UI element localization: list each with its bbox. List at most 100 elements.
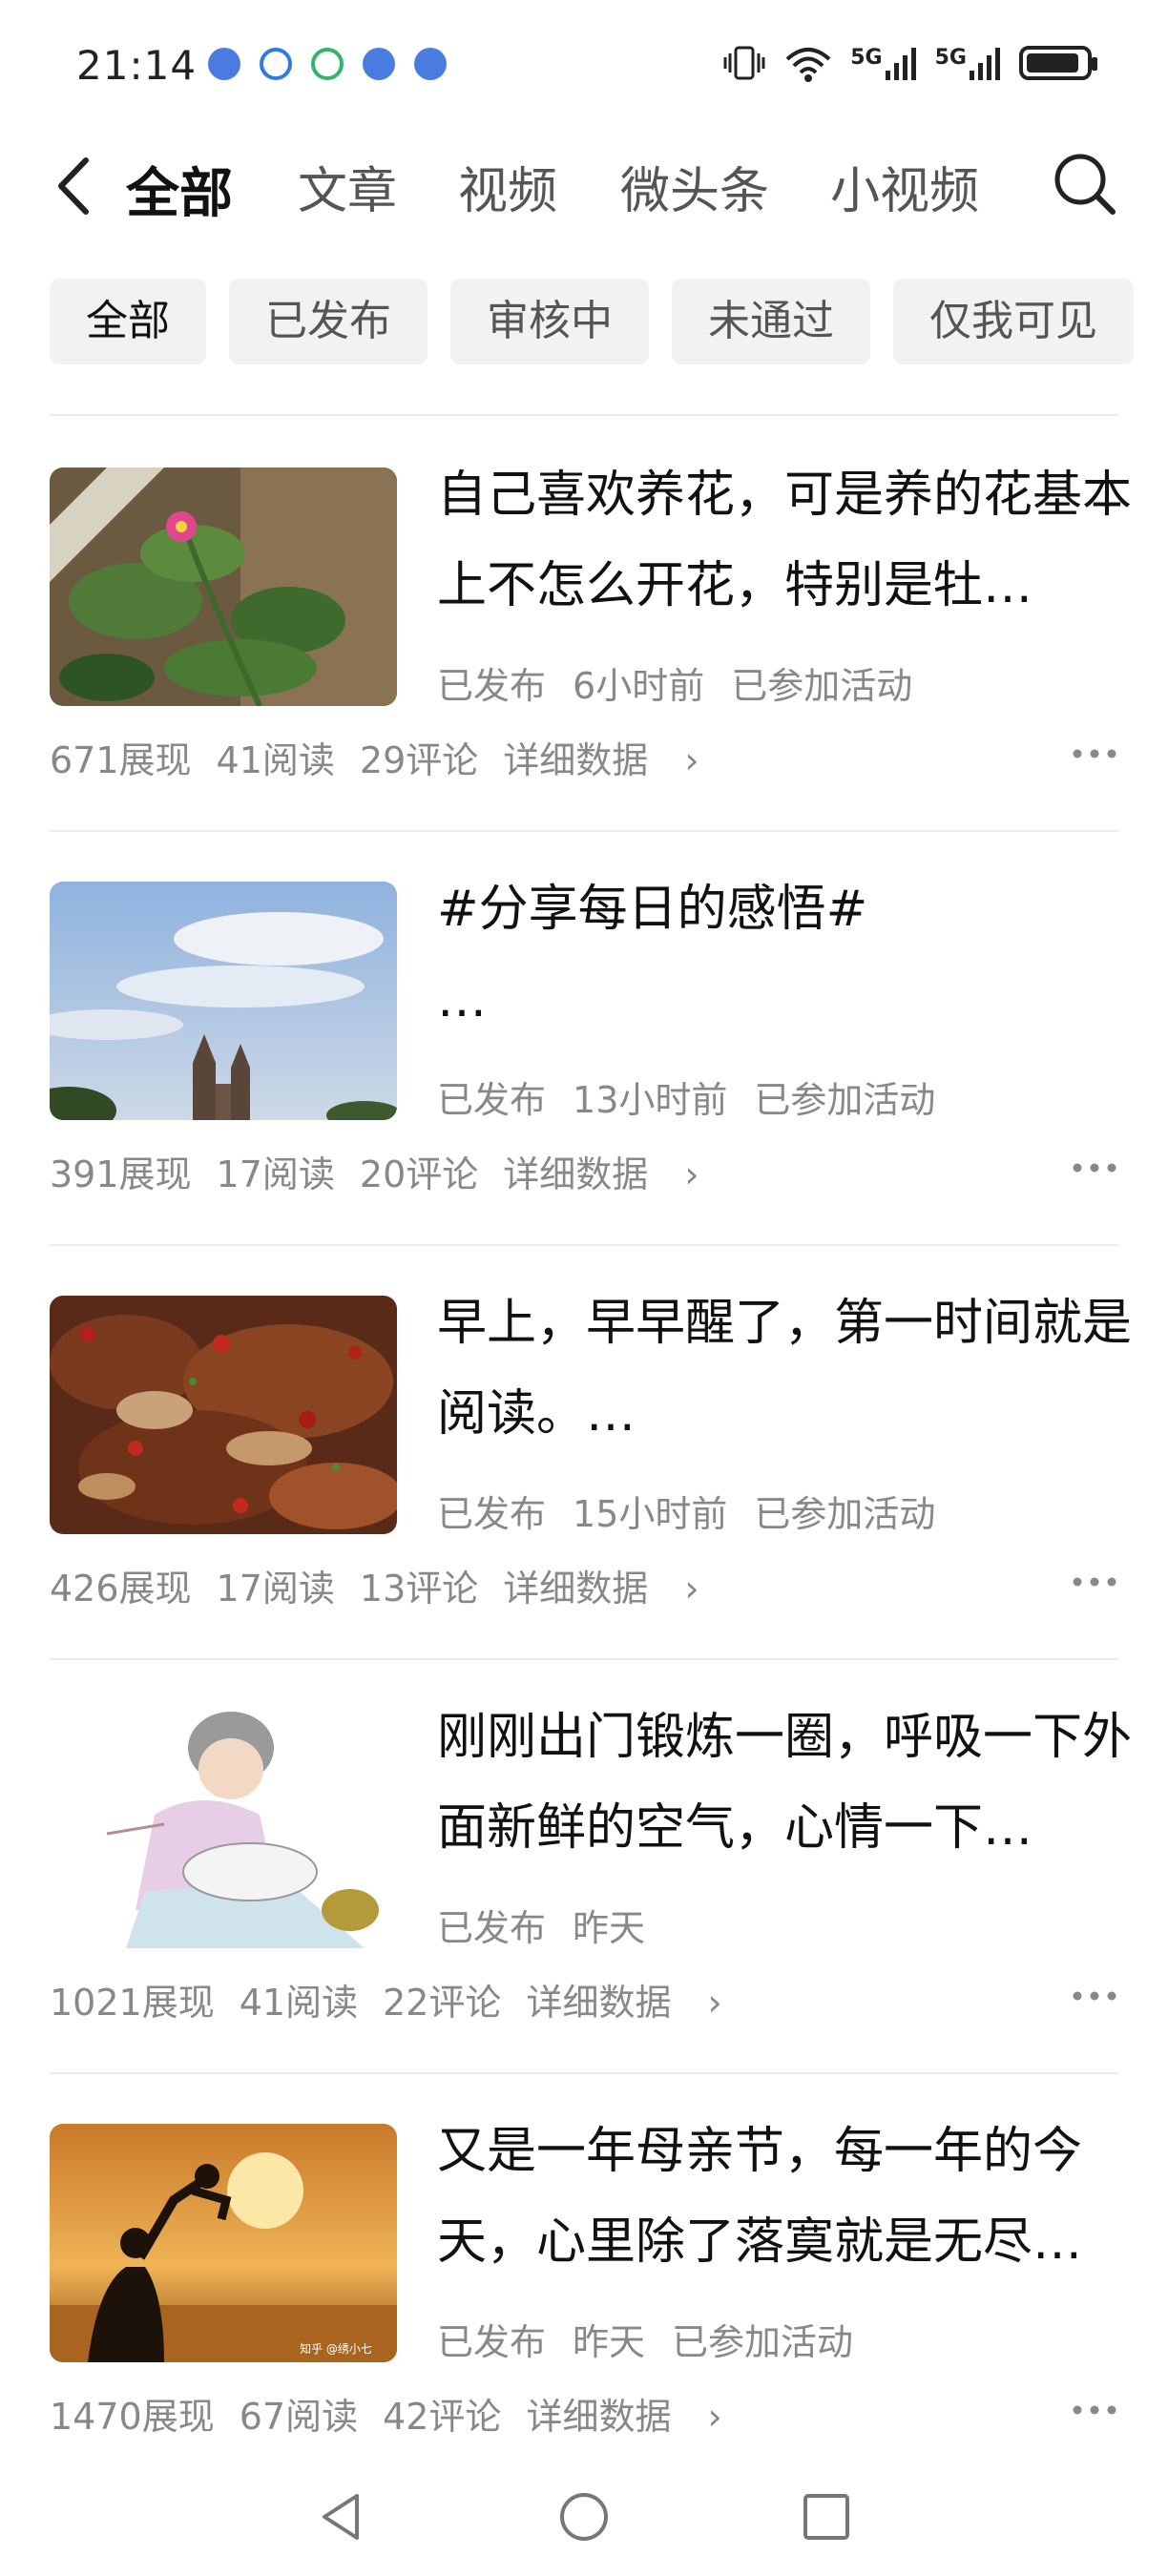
post-item[interactable]: 自己喜欢养花，可是养的花基本上不怎么开花，特别是牡… 已发布 6小时前 已参加活动 … xyxy=(50,467,1132,821)
post-item[interactable]: #分享每日的感悟# … 已发布 13小时前 已参加活动 391展现 17阅读 20评论详… xyxy=(50,881,1118,1235)
network-label: 5G xyxy=(850,46,883,70)
post-title[interactable]: 早上，早早醒了，第一时间就是阅读。… xyxy=(437,1278,1162,1460)
more-options-icon[interactable] xyxy=(1071,1977,1118,2015)
filter-only-me[interactable]: 仅我可见 xyxy=(893,279,1134,364)
details-link[interactable]: 详细数据 › xyxy=(526,1982,721,2024)
comments: 22评论 xyxy=(383,1982,502,2024)
reads: 17阅读 xyxy=(216,1153,335,1195)
post-time: 昨天 xyxy=(573,2321,646,2363)
details-link[interactable]: 详细数据 › xyxy=(503,1568,699,1610)
network-label: 5G xyxy=(934,46,967,70)
wifi-icon xyxy=(785,48,831,82)
clock: 21:14 xyxy=(76,42,198,89)
impressions: 671展现 xyxy=(50,739,192,781)
filter-under-review[interactable]: 审核中 xyxy=(450,279,649,364)
more-options-icon[interactable] xyxy=(1071,735,1118,773)
app-notification-icon xyxy=(414,48,447,80)
notification-icons xyxy=(208,48,447,80)
post-thumbnail[interactable] xyxy=(50,467,397,706)
post-title[interactable]: 又是一年母亲节，每一年的今天，心里除了落寞就是无尽… xyxy=(437,2107,1162,2288)
post-stats: 671展现 41阅读 29评论 详细数据 › xyxy=(50,731,724,783)
filter-rejected[interactable]: 未通过 xyxy=(672,279,870,364)
post-activity: 已参加活动 xyxy=(672,2321,854,2363)
divider xyxy=(50,830,1118,832)
status-bar: 21:14 5G 5G xyxy=(0,0,1168,134)
recents-square-icon[interactable] xyxy=(800,2490,853,2544)
details-link[interactable]: 详细数据 › xyxy=(503,739,699,781)
comments: 29评论 xyxy=(359,739,479,781)
more-options-icon[interactable] xyxy=(1071,1149,1118,1187)
sync-notification-icon xyxy=(311,48,344,80)
back-arrow-icon[interactable] xyxy=(48,153,105,219)
reads: 41阅读 xyxy=(239,1982,359,2024)
thumb-watermark: 知乎 @绣小七 xyxy=(300,2342,372,2356)
filter-all[interactable]: 全部 xyxy=(50,279,206,364)
tab-videos[interactable]: 视频 xyxy=(458,151,557,222)
filter-chips: 全部 已发布 审核中 未通过 仅我可见 xyxy=(50,279,1168,364)
app-notification-icon xyxy=(208,48,240,80)
app-notification-icon xyxy=(363,48,395,80)
post-meta: 已发布 昨天 xyxy=(437,1899,699,1951)
impressions: 426展现 xyxy=(50,1568,192,1610)
divider xyxy=(50,2072,1118,2074)
filter-published[interactable]: 已发布 xyxy=(229,279,428,364)
reads: 17阅读 xyxy=(216,1568,335,1610)
post-title[interactable]: 自己喜欢养花，可是养的花基本上不怎么开花，特别是牡… xyxy=(437,450,1162,632)
post-meta: 已发布 昨天 已参加活动 xyxy=(437,2313,880,2365)
comments: 13评论 xyxy=(359,1568,479,1610)
post-time: 13小时前 xyxy=(573,1079,728,1121)
tab-short-videos[interactable]: 小视频 xyxy=(830,151,979,222)
post-stats: 1470展现 67阅读 42评论 详细数据 › xyxy=(50,2387,747,2440)
signal-2: 5G xyxy=(935,46,1004,80)
chat-notification-icon xyxy=(260,48,292,80)
post-thumbnail[interactable]: 知乎 @绣小七 xyxy=(50,2124,397,2362)
impressions: 1470展现 xyxy=(50,2396,215,2438)
post-meta: 已发布 15小时前 已参加活动 xyxy=(437,1485,962,1537)
divider xyxy=(50,1244,1118,1246)
post-status: 已发布 xyxy=(437,1493,547,1535)
details-link[interactable]: 详细数据 › xyxy=(503,1153,699,1195)
back-triangle-icon[interactable] xyxy=(315,2490,368,2544)
impressions: 1021展现 xyxy=(50,1982,215,2024)
top-nav: 全部 文章 视频 微头条 小视频 xyxy=(0,134,1168,239)
tab-articles[interactable]: 文章 xyxy=(298,151,397,222)
tab-micro-headlines[interactable]: 微头条 xyxy=(620,151,769,222)
vibrate-icon xyxy=(723,46,765,80)
post-thumbnail[interactable] xyxy=(50,882,397,1120)
details-link[interactable]: 详细数据 › xyxy=(526,2396,721,2438)
post-status: 已发布 xyxy=(437,2321,547,2363)
divider xyxy=(50,1658,1118,1660)
more-options-icon[interactable] xyxy=(1071,1563,1118,1601)
post-thumbnail[interactable] xyxy=(50,1710,397,1948)
more-options-icon[interactable] xyxy=(1071,2391,1118,2429)
tab-all[interactable]: 全部 xyxy=(126,151,233,228)
post-item[interactable]: 早上，早早醒了，第一时间就是阅读。… 已发布 15小时前 已参加活动 426展现 17… xyxy=(50,1295,1132,1649)
signal-bars-icon xyxy=(970,48,1000,80)
post-activity: 已参加活动 xyxy=(754,1079,936,1121)
post-status: 已发布 xyxy=(437,665,547,707)
reads: 41阅读 xyxy=(216,739,335,781)
post-activity: 已参加活动 xyxy=(731,665,913,707)
post-time: 15小时前 xyxy=(573,1493,728,1535)
post-item[interactable]: 刚刚出门锻炼一圈，呼吸一下外面新鲜的空气，心情一下… 已发布 昨天 1021展现 4… xyxy=(50,1709,1132,2063)
battery-icon xyxy=(1019,46,1097,80)
post-meta: 已发布 13小时前 已参加活动 xyxy=(437,1070,962,1123)
reads: 67阅读 xyxy=(239,2396,359,2438)
post-stats: 426展现 17阅读 13评论 详细数据 › xyxy=(50,1559,724,1611)
impressions: 391展现 xyxy=(50,1153,192,1195)
post-stats: 391展现 17阅读 20评论 详细数据 › xyxy=(50,1145,724,1197)
signal-1: 5G xyxy=(850,46,919,80)
system-nav-bar xyxy=(0,2471,1168,2576)
post-title[interactable]: 刚刚出门锻炼一圈，呼吸一下外面新鲜的空气，心情一下… xyxy=(437,1693,1162,1874)
post-status: 已发布 xyxy=(437,1907,547,1949)
post-thumbnail[interactable] xyxy=(50,1296,397,1534)
post-time: 6小时前 xyxy=(573,665,705,707)
system-icons: 5G 5G xyxy=(722,42,1097,84)
post-title[interactable]: #分享每日的感悟# … xyxy=(437,864,1162,1046)
post-activity: 已参加活动 xyxy=(754,1493,936,1535)
divider xyxy=(50,414,1118,416)
post-meta: 已发布 6小时前 已参加活动 xyxy=(437,656,939,709)
post-item[interactable]: 知乎 @绣小七 又是一年母亲节，每一年的今天，心里除了落寞就是无尽… 已发布 昨天… xyxy=(50,2123,1118,2477)
search-icon[interactable] xyxy=(1052,151,1118,218)
home-circle-icon[interactable] xyxy=(557,2490,611,2544)
